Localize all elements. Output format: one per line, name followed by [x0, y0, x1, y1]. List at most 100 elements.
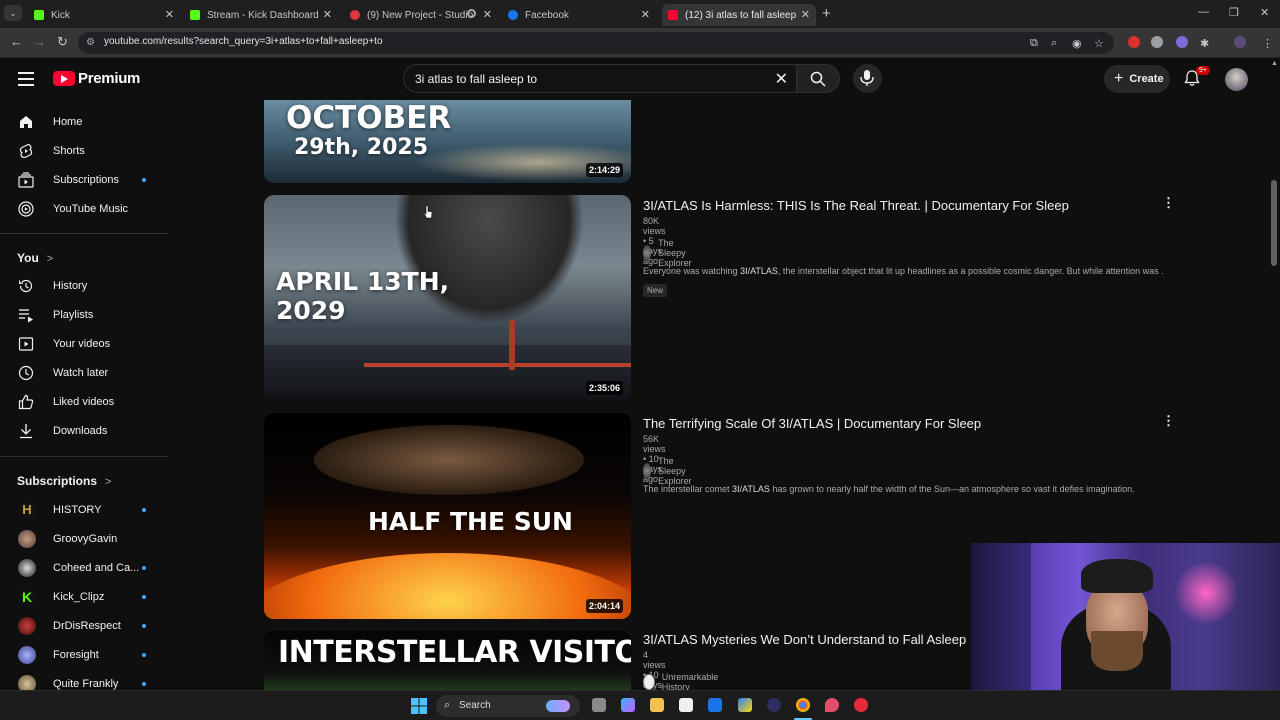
channel-avatar [18, 530, 36, 548]
channel-link[interactable]: The Sleepy Explorer [643, 456, 700, 486]
guide-menu-icon[interactable] [18, 72, 34, 90]
video-description: The interstellar comet 3I/ATLAS has grow… [643, 484, 1163, 494]
taskbar-search[interactable]: ⌕ Search [436, 695, 580, 717]
zoom-icon[interactable]: ⌕ [1051, 37, 1057, 50]
channel-name: Kick_Clipz [53, 591, 105, 603]
site-info-icon[interactable]: ⚙ [86, 37, 95, 48]
description-highlight: 3I/ATLAS [740, 266, 778, 276]
sidebar-channel-quite-frankly[interactable]: Quite Frankly [0, 670, 168, 690]
sidebar-item-watch-later[interactable]: Watch later [0, 359, 168, 387]
back-icon[interactable]: ← [10, 34, 23, 49]
extensions-puzzle-icon[interactable]: ✱ [1200, 37, 1209, 50]
search-input[interactable]: 3i atlas to fall asleep to ✕ [403, 64, 796, 93]
search-query-text[interactable]: 3i atlas to fall asleep to [415, 72, 537, 86]
reload-icon[interactable]: ↻ [57, 34, 68, 50]
sidebar-you-heading[interactable]: You > [17, 251, 53, 265]
sidebar-item-your-videos[interactable]: Your videos [0, 330, 168, 358]
plus-icon: + [1114, 70, 1124, 87]
channel-avatar [18, 675, 36, 690]
account-avatar[interactable] [1225, 68, 1248, 91]
extension-icon[interactable] [1151, 36, 1163, 48]
opera-icon[interactable] [854, 698, 868, 712]
search-icon: ⌕ [444, 699, 451, 711]
more-actions-icon[interactable]: ⋮ [1162, 413, 1175, 429]
copilot-icon[interactable] [621, 698, 635, 712]
channel-link[interactable]: The Sleepy Explorer [643, 238, 700, 268]
voice-search-button[interactable] [853, 64, 882, 93]
channel-name: DrDisRespect [53, 620, 121, 632]
video-thumbnail[interactable]: OCTOBER 29th, 2025 2:14:29 [264, 100, 631, 183]
chrome-icon[interactable] [796, 698, 810, 712]
install-app-icon[interactable]: ⧉ [1030, 37, 1038, 50]
sidebar-item-downloads[interactable]: Downloads [0, 417, 168, 445]
bookmark-star-icon[interactable]: ☆ [1094, 37, 1104, 50]
sidebar-item-shorts[interactable]: Shorts [0, 137, 168, 165]
new-tab-icon[interactable]: + [822, 5, 831, 22]
address-bar[interactable]: ⚙ youtube.com/results?search_query=3i+at… [78, 32, 1114, 54]
close-tab-icon[interactable]: ✕ [165, 8, 174, 21]
sidebar-channel-coheed[interactable]: Coheed and Ca... [0, 554, 168, 582]
description-text: Everyone was watching [643, 266, 741, 276]
channel-avatar: H [18, 501, 36, 519]
close-tab-icon[interactable]: ✕ [641, 8, 650, 21]
clear-search-icon[interactable]: ✕ [775, 69, 788, 89]
sidebar-channel-history[interactable]: H HISTORY [0, 496, 168, 524]
tab-title: Kick [51, 9, 70, 21]
browser-tab-facebook[interactable]: Facebook ✕ [502, 4, 656, 26]
scrollbar-thumb[interactable] [1271, 180, 1277, 266]
browser-tab-kick-dashboard[interactable]: Stream - Kick Dashboard ✕ [184, 4, 338, 26]
pin-app-icon[interactable] [825, 698, 839, 712]
close-tab-icon[interactable]: ✕ [323, 8, 332, 21]
more-actions-icon[interactable]: ⋮ [1162, 195, 1175, 211]
sidebar-subscriptions-heading[interactable]: Subscriptions > [17, 474, 111, 488]
browser-tab-youtube[interactable]: (12) 3i atlas to fall asleep to - Yo ✕ [662, 4, 816, 26]
store-icon[interactable] [679, 698, 693, 712]
minimize-icon[interactable]: — [1198, 6, 1209, 18]
sidebar-channel-drdisrespect[interactable]: DrDisRespect [0, 612, 168, 640]
video-title[interactable]: The Terrifying Scale Of 3I/ATLAS | Docum… [643, 416, 981, 431]
sidebar-item-subscriptions[interactable]: Subscriptions [0, 166, 168, 194]
video-title[interactable]: 3I/ATLAS Mysteries We Don’t Understand t… [643, 632, 966, 647]
video-thumbnail[interactable]: APRIL 13TH, 2029 2:35:06 [264, 195, 631, 401]
sidebar-channel-kick-clipz[interactable]: K Kick_Clipz [0, 583, 168, 611]
channel-link[interactable]: Unremarkable History [643, 672, 723, 692]
tab-title: Facebook [525, 9, 569, 21]
maximize-icon[interactable]: ❐ [1229, 6, 1239, 19]
sidebar-item-youtube-music[interactable]: YouTube Music [0, 195, 168, 223]
tab-search-button[interactable]: ⌄ [4, 5, 22, 21]
sidebar-item-liked-videos[interactable]: Liked videos [0, 388, 168, 416]
sidebar-channel-groovygavin[interactable]: GroovyGavin [0, 525, 168, 553]
sidebar-item-label: YouTube Music [53, 203, 129, 215]
close-window-icon[interactable]: ✕ [1260, 6, 1269, 19]
sidebar-item-history[interactable]: History [0, 272, 168, 300]
browser-menu-icon[interactable]: ⋮ [1262, 37, 1273, 50]
mail-icon[interactable] [708, 698, 722, 712]
video-thumbnail[interactable]: HALF THE SUN 2:04:14 [264, 413, 631, 619]
close-tab-icon[interactable]: ✕ [483, 8, 492, 21]
profile-icon[interactable] [1234, 36, 1246, 48]
video-thumbnail[interactable]: INTERSTELLAR VISITOR [264, 631, 631, 690]
file-explorer-icon[interactable] [650, 698, 664, 712]
windows-start-icon[interactable] [411, 698, 427, 714]
browser-tab-studio[interactable]: (9) New Project - Studio ✕ [344, 4, 498, 26]
obs-icon[interactable] [767, 698, 781, 712]
tracking-protection-icon[interactable]: ◉ [1072, 37, 1082, 50]
kick-logo-icon: K [18, 588, 36, 606]
scroll-up-icon[interactable]: ▲ [1271, 60, 1278, 67]
create-label: Create [1129, 73, 1164, 85]
create-button[interactable]: + Create [1104, 65, 1170, 93]
sidebar-channel-foresight[interactable]: Foresight [0, 641, 168, 669]
app-icon[interactable] [738, 698, 752, 712]
browser-tab-kick[interactable]: Kick ✕ [28, 4, 180, 26]
video-title[interactable]: 3I/ATLAS Is Harmless: THIS Is The Real T… [643, 198, 1069, 213]
sidebar-item-playlists[interactable]: Playlists [0, 301, 168, 329]
forward-icon[interactable]: → [33, 34, 46, 49]
sidebar-item-home[interactable]: Home [0, 108, 168, 136]
search-button[interactable] [796, 64, 840, 93]
extension-icon[interactable] [1128, 36, 1140, 48]
task-view-icon[interactable] [592, 698, 606, 712]
close-tab-icon[interactable]: ✕ [801, 8, 810, 21]
youtube-premium-logo[interactable]: Premium [53, 70, 140, 87]
url-text[interactable]: youtube.com/results?search_query=3i+atla… [104, 36, 383, 47]
extension-icon[interactable] [1176, 36, 1188, 48]
